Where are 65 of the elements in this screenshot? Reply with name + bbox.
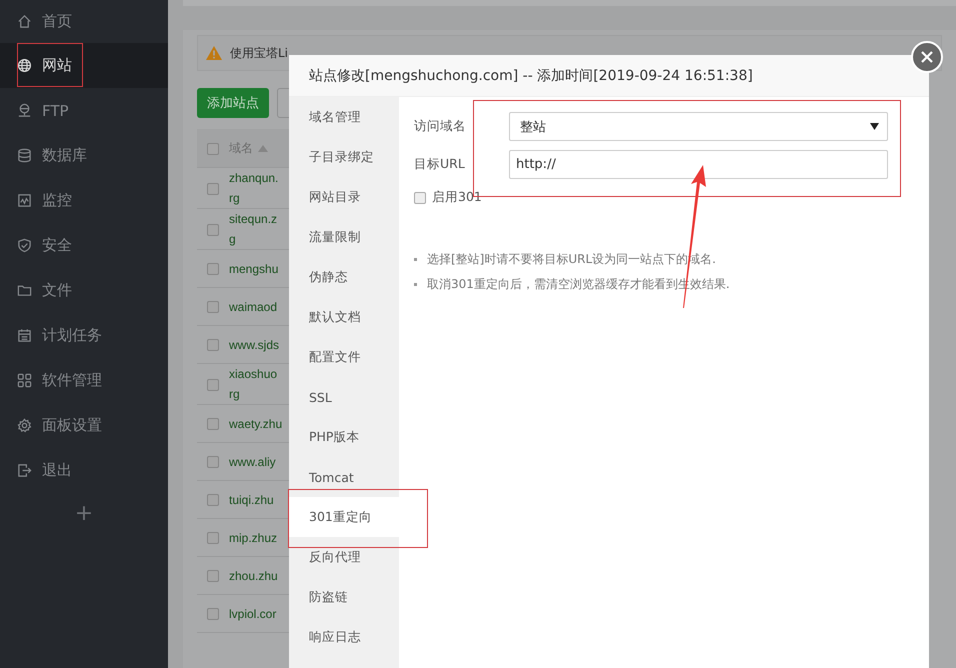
highlight-frame [17,43,83,87]
checkbox[interactable] [207,142,219,155]
checkbox[interactable] [207,418,219,430]
checkbox[interactable] [414,192,426,204]
tab[interactable]: Tomcat [289,457,399,497]
sidebar-item[interactable]: 监控 [0,178,168,223]
checkbox[interactable] [207,494,219,506]
tab[interactable]: 网站目录 [289,177,399,217]
tab[interactable]: 域名管理 [289,97,399,137]
tab[interactable]: 配置文件 [289,337,399,377]
tab[interactable]: 伪静态 [289,257,399,297]
sidebar-item[interactable]: 数据库 [0,133,168,178]
tab[interactable]: 流量限制 [289,217,399,257]
field-label: 目标URL [414,156,466,173]
network-icon [17,103,32,118]
domain-select[interactable]: 整站 [509,112,888,141]
url-input[interactable]: http:// [509,150,888,179]
sidebar-item[interactable]: 退出 [0,448,168,493]
field-label: 访问域名 [414,118,467,135]
globe-icon [17,58,32,73]
home-icon [17,14,32,29]
checkbox[interactable] [207,339,219,352]
checkbox[interactable] [207,263,219,276]
column-header[interactable]: 域名 [229,140,253,156]
dialog-title: 站点修改[mengshuchong.com] -- 添加时间[2019-09-24 16:51:38] [309,66,753,84]
checkbox[interactable] [207,224,219,236]
tab[interactable]: 防盗链 [289,577,399,617]
close-icon [921,51,933,63]
shield-icon [17,238,32,253]
sort-icon[interactable] [258,144,268,152]
sidebar-item[interactable]: 软件管理 [0,358,168,403]
checkbox[interactable] [207,301,219,314]
sidebar-item[interactable]: 文件 [0,268,168,313]
sidebar-item[interactable]: 首页 [0,0,168,43]
settings-icon [17,418,32,433]
add-site-button[interactable]: 添加站点 [197,88,269,118]
exit-icon [17,463,32,478]
checkbox[interactable] [207,456,219,468]
checkbox[interactable] [207,182,219,195]
tab[interactable]: 反向代理 [289,537,399,577]
checkbox[interactable] [207,532,219,544]
checkbox-label: 启用301 [432,189,482,206]
sidebar-item[interactable]: 安全 [0,223,168,268]
tab[interactable]: 默认文档 [289,297,399,337]
grid-icon [17,373,32,388]
tab[interactable]: SSL [289,377,399,417]
tab[interactable]: 301重定向 [289,497,399,537]
calendar-icon [17,328,32,343]
chart-icon [17,193,32,208]
database-icon [17,148,32,163]
sidebar-item[interactable]: FTP [0,88,168,133]
caret-icon [870,123,879,130]
sidebar-item[interactable]: 面板设置 [0,403,168,448]
tab[interactable]: 子目录绑定 [289,137,399,177]
checkbox[interactable] [207,570,219,582]
sidebar-item[interactable]: 计划任务 [0,313,168,358]
sidebar-item[interactable]: 网站 [0,43,168,88]
notice-text: 使用宝塔Li [230,44,288,62]
checkbox[interactable] [207,608,219,620]
warning-icon [206,46,222,60]
tab[interactable]: PHP版本 [289,417,399,457]
folder-icon [17,283,32,298]
checkbox[interactable] [207,378,219,391]
tab[interactable]: 响应日志 [289,617,399,657]
add-button[interactable]: + [74,501,94,526]
